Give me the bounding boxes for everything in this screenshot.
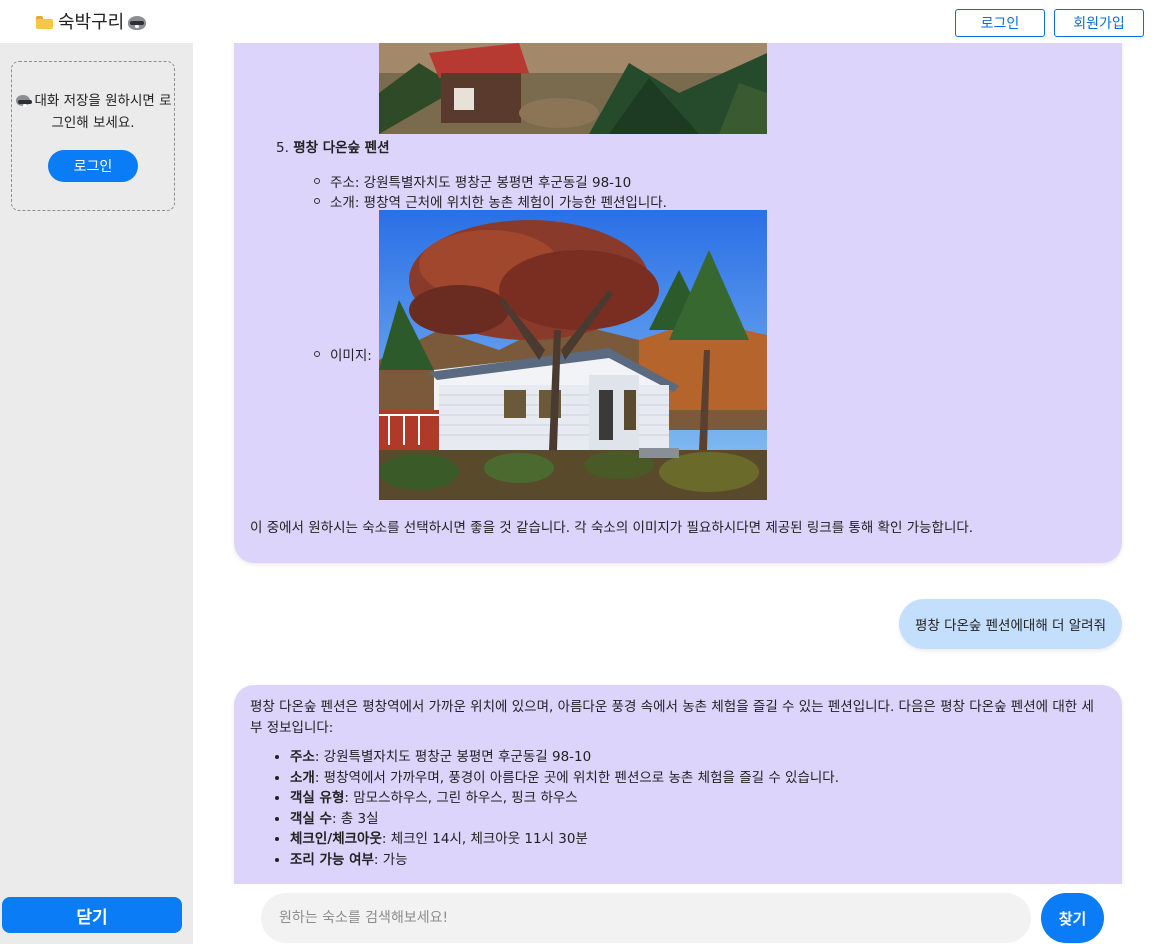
sidebar: 대화 저장을 원하시면 로그인해 보세요. 로그인 닫기 [0,43,193,944]
folder-icon [36,15,53,29]
user-message-text: 평창 다온숲 펜션에대해 더 알려줘 [914,618,1106,634]
search-input[interactable] [261,893,1031,943]
bot-message: 5. 평창 다온숲 펜션 주소: 강원특별자치도 평창군 봉평면 후군동길 98… [234,43,1122,563]
list-item: 객실 수: 총 3실 [290,809,1106,830]
pension-title: 5. 평창 다온숲 펜션 [276,136,390,156]
top-header: 숙박구리 로그인 회원가입 [0,0,1159,43]
detail-label: 조리 가능 여부 [290,851,374,868]
app-title: 숙박구리 [58,12,125,33]
list-item: 소개: 평창역에서 가까우며, 풍경이 아름다운 곳에 위치한 펜션으로 농촌 … [290,768,1106,789]
image-item: 이미지: [314,344,372,364]
item-number: 5. [276,140,289,156]
raccoon-icon [128,16,147,30]
chat-area[interactable]: 5. 평창 다온숲 펜션 주소: 강원특별자치도 평창군 봉평면 후군동길 98… [193,43,1159,884]
detail-label: 체크인/체크아웃 [290,831,382,847]
item-title: 평창 다온숲 펜션 [293,140,390,156]
list-item: 객실 유형: 맘모스하우스, 그린 하우스, 핑크 하우스 [290,788,1106,809]
bot-message: 평창 다온숲 펜션은 평창역에서 가까운 위치에 있으며, 아름다운 풍경 속에… [234,685,1122,884]
login-prompt: 대화 저장을 원하시면 로그인해 보세요. [12,90,174,134]
detail-value: : 평창역에서 가까우며, 풍경이 아름다운 곳에 위치한 펜션으로 농촌 체험… [314,769,840,786]
bullet [314,198,320,204]
login-prompt-text: 대화 저장을 원하시면 로그인해 보세요. [34,93,172,131]
sidebar-login-button[interactable]: 로그인 [48,150,138,182]
bullet [314,178,320,184]
intro-item: 소개: 평창역 근처에 위치한 농촌 체험이 가능한 펜션입니다. [314,191,667,211]
detail-value: : 맘모스하우스, 그린 하우스, 핑크 하우스 [344,790,578,806]
detail-label: 소개 [290,769,315,786]
user-message: 평창 다온숲 펜션에대해 더 알려줘 [898,599,1122,649]
closing-text: 이 중에서 원하시는 숙소를 선택하시면 좋을 것 같습니다. 각 숙소의 이미… [250,520,974,536]
pension-image-previous [379,43,767,134]
detail-label: 객실 수 [290,810,332,827]
address-item: 주소: 강원특별자치도 평창군 봉평면 후군동길 98-10 [314,171,631,191]
pension-details-list: 주소: 강원특별자치도 평창군 봉평면 후군동길 98-10 소개: 평창역에서… [250,747,1106,870]
header-signup-button[interactable]: 회원가입 [1054,9,1144,37]
find-button[interactable]: 찾기 [1041,893,1104,943]
detail-value: : 가능 [373,851,408,868]
pension-photo [379,210,767,500]
raccoon-icon [16,95,33,107]
app-brand[interactable]: 숙박구리 [36,8,147,34]
detail-value: : 총 3실 [331,810,379,827]
address-text: 주소: 강원특별자치도 평창군 봉평면 후군동길 98-10 [330,175,632,191]
header-login-button[interactable]: 로그인 [955,9,1045,37]
login-prompt-card: 대화 저장을 원하시면 로그인해 보세요. 로그인 [11,61,175,211]
detail-label: 주소 [290,749,315,765]
detail-value: : 강원특별자치도 평창군 봉평면 후군동길 98-10 [314,749,592,765]
intro-text: 소개: 평창역 근처에 위치한 농촌 체험이 가능한 펜션입니다. [330,195,667,211]
close-sidebar-button[interactable]: 닫기 [2,897,182,933]
detail-label: 객실 유형 [290,790,345,806]
chat-input-bar: 찾기 [193,884,1159,944]
detail-value: : 체크인 14시, 체크아웃 11시 30분 [381,831,588,847]
list-item: 체크인/체크아웃: 체크인 14시, 체크아웃 11시 30분 [290,829,1106,850]
image-label: 이미지: [330,348,372,364]
list-item: 조리 가능 여부: 가능 [290,850,1106,871]
bot-intro-text: 평창 다온숲 펜션은 평창역에서 가까운 위치에 있으며, 아름다운 풍경 속에… [250,699,1094,736]
bullet [314,351,320,357]
list-item: 주소: 강원특별자치도 평창군 봉평면 후군동길 98-10 [290,747,1106,768]
